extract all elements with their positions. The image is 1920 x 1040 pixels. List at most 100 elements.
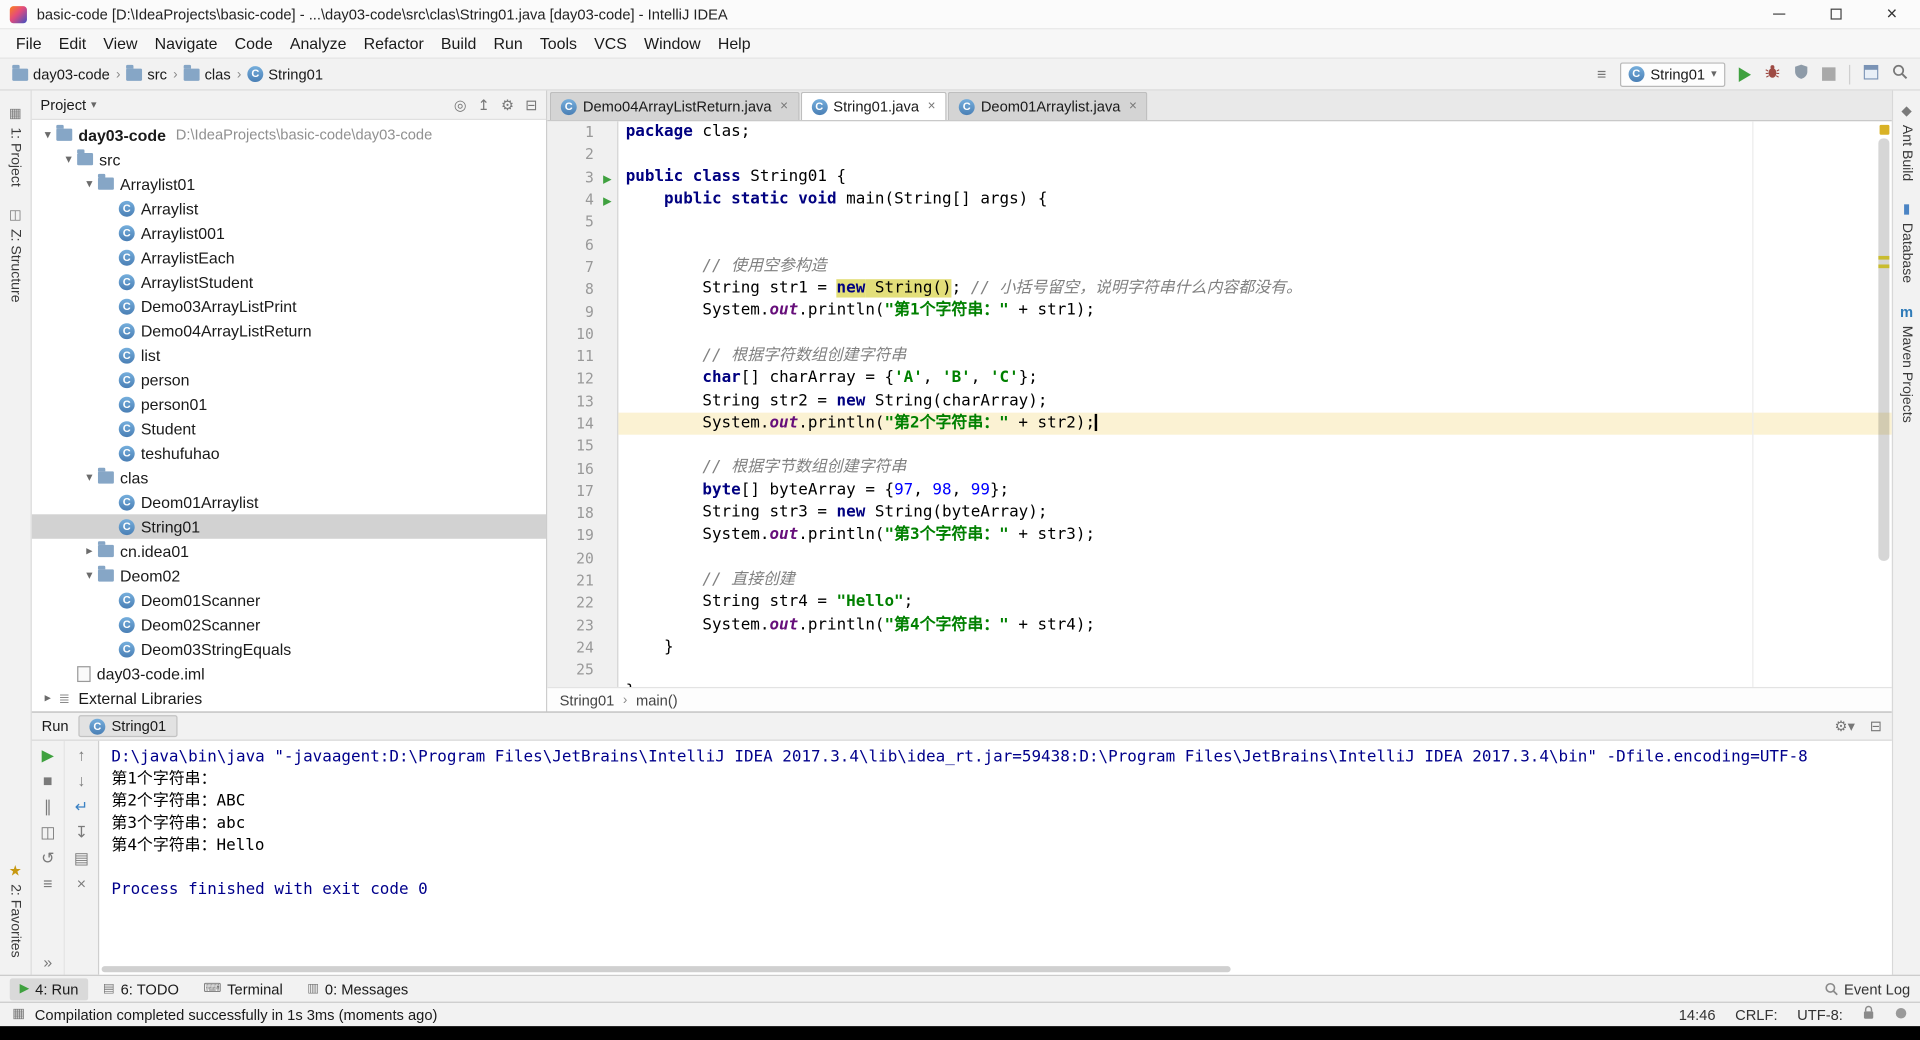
code-line-10[interactable] — [618, 323, 1891, 345]
breadcrumb-item-src[interactable]: src — [126, 64, 167, 83]
gutter-line[interactable]: 17 — [547, 480, 617, 502]
print-icon[interactable]: ▤ — [74, 850, 89, 866]
code-line-21[interactable]: // 直接创建 — [618, 569, 1891, 591]
code-line-6[interactable] — [618, 233, 1891, 255]
breadcrumb-class[interactable]: String01 — [560, 691, 615, 708]
breadcrumb-method[interactable]: main() — [636, 691, 678, 708]
menu-analyze[interactable]: Analyze — [281, 34, 355, 52]
gutter-line[interactable]: 3 ▶ — [547, 166, 617, 188]
toolwindow-button-terminal[interactable]: ⌨ Terminal — [194, 978, 293, 1000]
gutter-line[interactable]: 6 — [547, 233, 617, 255]
code-line-1[interactable]: package clas; — [618, 121, 1891, 143]
encoding-indicator[interactable]: UTF-8: — [1797, 1006, 1843, 1023]
toolwindow-button-6-todo[interactable]: ▤ 6: TODO — [93, 978, 189, 1000]
project-panel-title[interactable]: Project — [40, 96, 86, 113]
gutter-line[interactable]: 9 — [547, 300, 617, 322]
view-options-icon[interactable]: ≡ — [1597, 66, 1606, 82]
code-line-9[interactable]: System.out.println("第1个字符串：" + str1); — [618, 300, 1891, 322]
chevron-down-icon[interactable]: ▾ — [81, 471, 98, 484]
gear-icon[interactable]: ⚙ — [501, 96, 514, 113]
code-line-22[interactable]: String str4 = "Hello"; — [618, 592, 1891, 614]
tree-item-day03-code[interactable]: ▾ day03-code D:\IdeaProjects\basic-code\da… — [32, 122, 546, 146]
gutter-line[interactable]: 22 — [547, 592, 617, 614]
gutter-line[interactable]: 11 — [547, 345, 617, 367]
up-icon[interactable]: ↑ — [77, 747, 85, 763]
gutter-line[interactable]: 25 — [547, 659, 617, 681]
editor-tab-demo04arraylistreturn-java[interactable]: C Demo04ArrayListReturn.java × — [549, 91, 799, 121]
restore-icon[interactable]: ↺ — [41, 850, 54, 866]
gutter-line[interactable]: 26 — [547, 681, 617, 687]
event-log-button[interactable]: Event Log — [1824, 980, 1910, 997]
gear-icon[interactable]: ⚙▾ — [1834, 718, 1855, 735]
run-tab-string01[interactable]: C String01 — [78, 715, 178, 738]
minimize-button[interactable] — [1751, 0, 1807, 28]
code-line-19[interactable]: System.out.println("第3个字符串：" + str3); — [618, 525, 1891, 547]
hide-panel-icon[interactable]: ⊟ — [1870, 718, 1882, 735]
gutter-line[interactable]: 15 — [547, 435, 617, 457]
menu-vcs[interactable]: VCS — [586, 34, 636, 52]
gutter-line[interactable]: 14 — [547, 412, 617, 434]
code-line-20[interactable] — [618, 547, 1891, 569]
lock-icon[interactable] — [1862, 1005, 1874, 1023]
menu-file[interactable]: File — [7, 34, 50, 52]
stop-icon[interactable]: ■ — [43, 773, 53, 789]
code-line-26[interactable]: } — [618, 681, 1891, 687]
tree-item-arrayliststudent[interactable]: C ArraylistStudent — [32, 269, 546, 293]
coverage-button[interactable] — [1794, 63, 1809, 85]
tree-item-clas[interactable]: ▾ clas — [32, 465, 546, 489]
line-ending-indicator[interactable]: CRLF: — [1735, 1006, 1777, 1023]
menu-window[interactable]: Window — [635, 34, 709, 52]
code-lines[interactable]: package clas; public class String01 { pub… — [618, 121, 1892, 687]
editor-tab-string01-java[interactable]: C String01.java × — [800, 91, 947, 121]
close-icon[interactable]: × — [928, 99, 936, 114]
tree-item-arraylist[interactable]: C Arraylist — [32, 196, 546, 220]
tree-item-deom02[interactable]: ▾ Deom02 — [32, 563, 546, 587]
tree-item-src[interactable]: ▾ src — [32, 147, 546, 171]
warning-stripe-mark[interactable] — [1878, 255, 1890, 260]
warning-stripe-mark[interactable] — [1878, 264, 1890, 269]
caret-position[interactable]: 14:46 — [1679, 1006, 1716, 1023]
menu-edit[interactable]: Edit — [50, 34, 95, 52]
gutter-line[interactable]: 24 — [547, 637, 617, 659]
tree-item-deom03stringequals[interactable]: C Deom03StringEquals — [32, 637, 546, 661]
gutter-line[interactable]: 23 — [547, 614, 617, 636]
tree-item-demo04arraylistreturn[interactable]: C Demo04ArrayListReturn — [32, 318, 546, 342]
menu-tools[interactable]: Tools — [531, 34, 585, 52]
chevron-down-icon[interactable]: ▾ — [81, 177, 98, 190]
menu-refactor[interactable]: Refactor — [355, 34, 432, 52]
tree-item-deom02scanner[interactable]: C Deom02Scanner — [32, 612, 546, 636]
clear-icon[interactable]: × — [77, 876, 86, 892]
code-line-23[interactable]: System.out.println("第4个字符串：" + str4); — [618, 614, 1891, 636]
code-line-25[interactable] — [618, 659, 1891, 681]
chevron-down-icon[interactable]: ▾ — [91, 98, 97, 111]
code-line-13[interactable]: String str2 = new String(charArray); — [618, 390, 1891, 412]
code-line-18[interactable]: String str3 = new String(byteArray); — [618, 502, 1891, 524]
gutter-line[interactable]: 4 ▶ — [547, 188, 617, 210]
menu-navigate[interactable]: Navigate — [146, 34, 226, 52]
stop-button[interactable] — [1822, 67, 1836, 81]
hide-panel-icon[interactable]: ⊟ — [525, 96, 537, 113]
menu-view[interactable]: View — [95, 34, 146, 52]
tree-item-deom01scanner[interactable]: C Deom01Scanner — [32, 588, 546, 612]
down-icon[interactable]: ↓ — [77, 773, 85, 789]
gutter-line[interactable]: 18 — [547, 502, 617, 524]
tree-item-person[interactable]: Cperson — [32, 367, 546, 391]
tree-item-demo03arraylistprint[interactable]: C Demo03ArrayListPrint — [32, 294, 546, 318]
tool-button-database[interactable]: Database — [1899, 223, 1914, 283]
breadcrumb-item-day03-code[interactable]: day03-code — [12, 64, 110, 83]
close-icon[interactable]: × — [780, 99, 788, 114]
run-line-icon[interactable]: ▶ — [603, 172, 611, 184]
status-message[interactable]: Compilation completed successfully in 1s… — [35, 1006, 438, 1023]
gutter-line[interactable]: 16 — [547, 457, 617, 479]
code-line-7[interactable]: // 使用空参构造 — [618, 256, 1891, 278]
rerun-icon[interactable]: ▶ — [42, 747, 54, 763]
gutter-line[interactable]: 8 — [547, 278, 617, 300]
code-line-11[interactable]: // 根据字符数组创建字符串 — [618, 345, 1891, 367]
gutter-line[interactable]: 19 — [547, 525, 617, 547]
tool-button-maven-projects[interactable]: Maven Projects — [1899, 326, 1914, 423]
chevron-down-icon[interactable]: ▾ — [39, 128, 56, 141]
close-button[interactable]: × — [1864, 0, 1920, 28]
code-line-17[interactable]: byte[] byteArray = {97, 98, 99}; — [618, 480, 1891, 502]
code-line-24[interactable]: } — [618, 637, 1891, 659]
code-line-2[interactable] — [618, 144, 1891, 166]
